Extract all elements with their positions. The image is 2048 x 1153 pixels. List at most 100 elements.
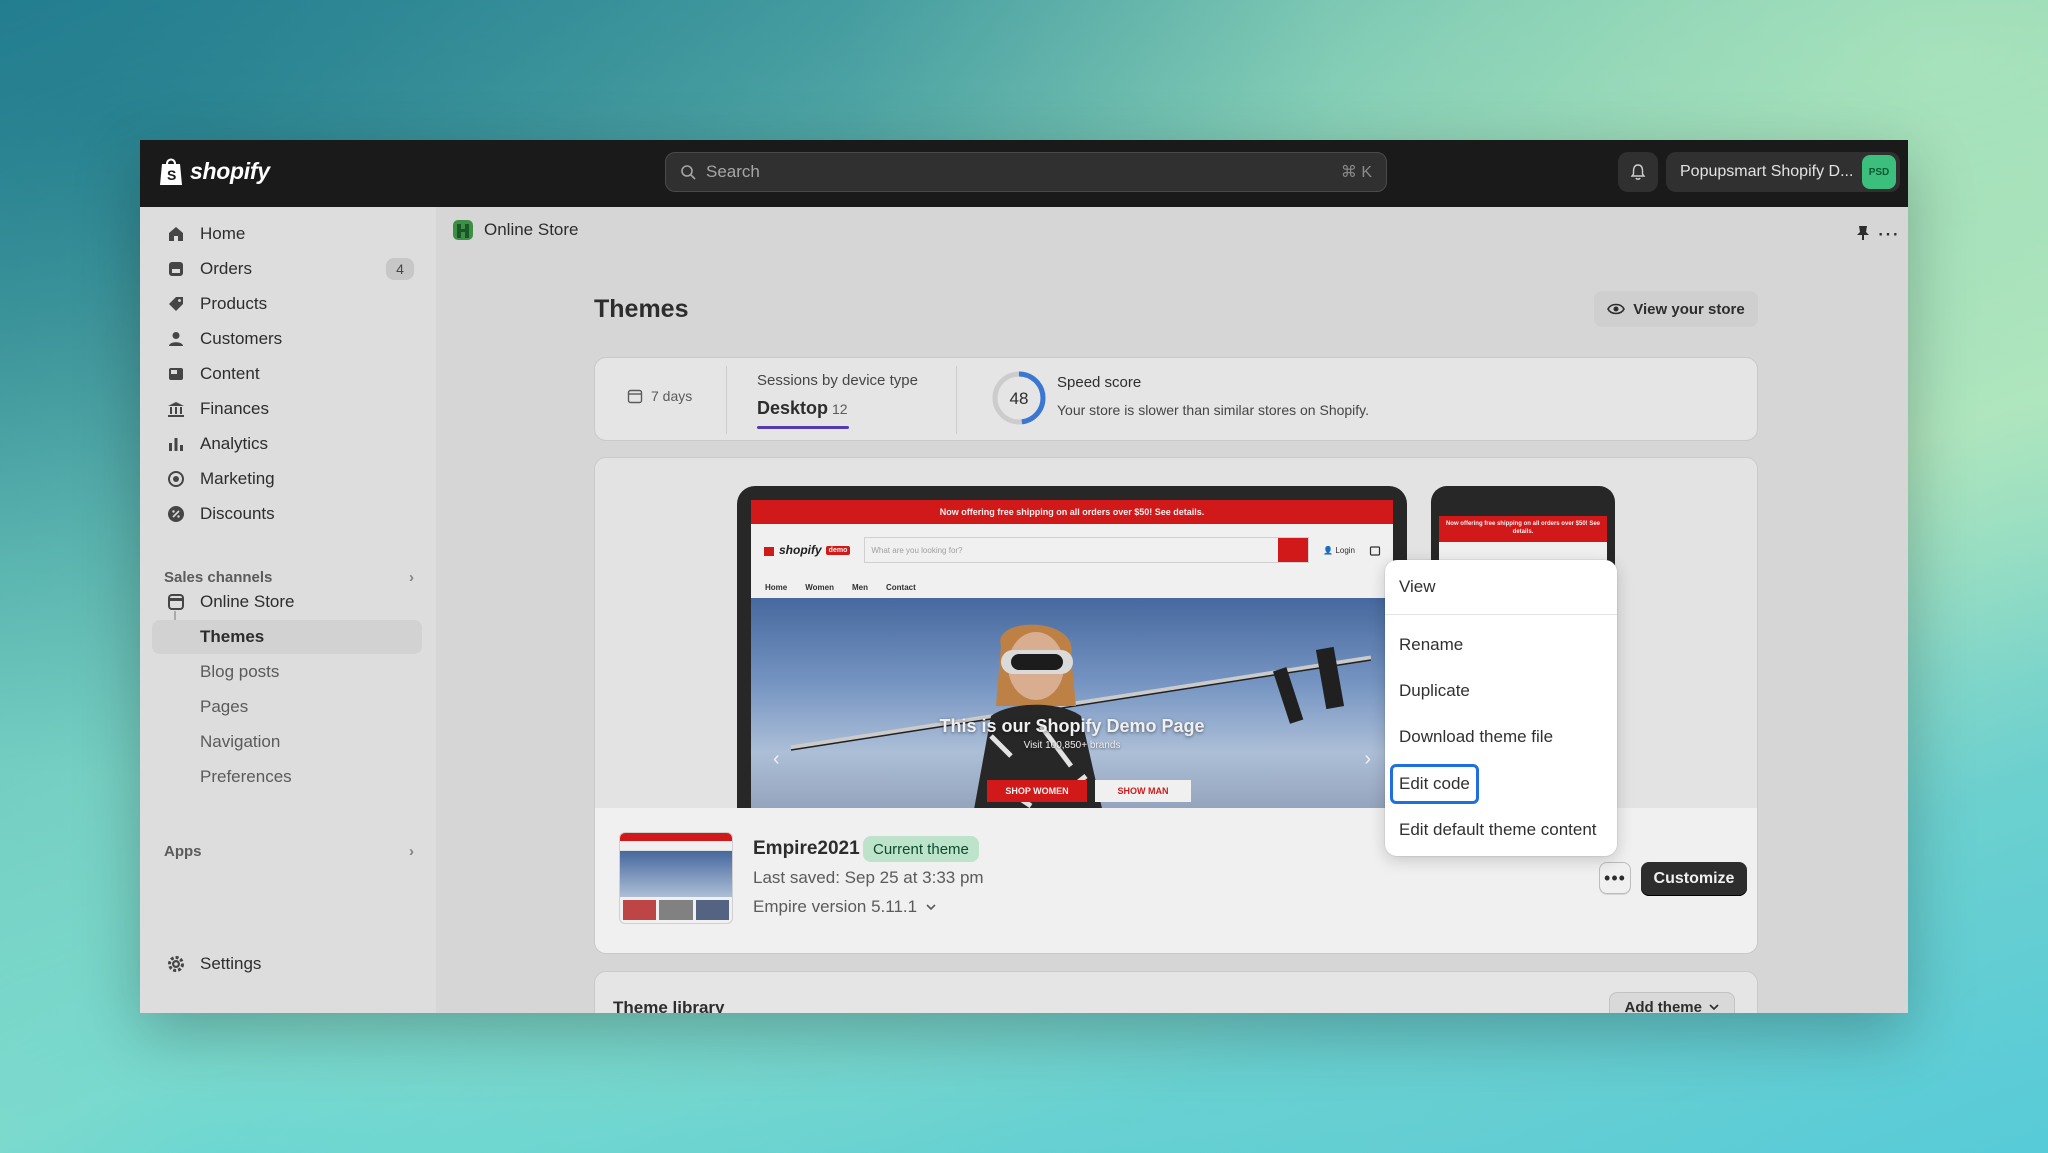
hero-subtitle: Visit 100,850+ brands <box>1023 740 1121 751</box>
speed-score-description: Your store is slower than similar stores… <box>1057 402 1370 418</box>
sidebar-item-label: Marketing <box>200 469 275 488</box>
chevron-right-icon: › <box>1364 748 1371 770</box>
sessions-label: Sessions by device type <box>757 372 918 389</box>
speed-score-label: Speed score <box>1057 374 1142 391</box>
shopify-logo[interactable]: S shopify <box>158 156 270 186</box>
sales-channels-label: Sales channels <box>164 569 273 586</box>
sidebar-item-settings[interactable]: Settings <box>152 947 422 981</box>
shopify-bag-icon: S <box>160 158 182 185</box>
mobile-shipping-banner: Now offering free shipping on all orders… <box>1439 516 1607 542</box>
notifications-button[interactable] <box>1618 152 1658 192</box>
menu-item-download-theme-file[interactable]: Download theme file <box>1393 720 1609 754</box>
admin-window: S shopify Search ⌘ K Popupsmart Shopify … <box>140 140 1908 1013</box>
sidebar-item-label: Products <box>200 294 268 313</box>
sidebar-item-customers[interactable]: Customers <box>152 322 422 356</box>
menu-item-duplicate[interactable]: Duplicate <box>1393 674 1609 708</box>
menu-item-edit-default-theme-content[interactable]: Edit default theme content <box>1393 813 1609 847</box>
sidebar-item-content[interactable]: Content <box>152 357 422 391</box>
theme-version[interactable]: Empire version 5.11.1 <box>753 897 937 917</box>
search-icon <box>681 165 696 180</box>
theme-thumbnail[interactable] <box>619 832 733 924</box>
menu-item-view[interactable]: View <box>1393 570 1609 604</box>
sidebar-item-home[interactable]: Home <box>152 217 422 251</box>
thumb-hero <box>620 851 732 897</box>
orders-icon <box>166 259 186 279</box>
shipping-banner: Now offering free shipping on all orders… <box>751 500 1393 524</box>
main-content: Online Store ⋯ Themes View your store 7 … <box>436 207 1908 1013</box>
sidebar-item-orders[interactable]: Orders 4 <box>152 252 422 286</box>
sidebar-item-marketing[interactable]: Marketing <box>152 462 422 496</box>
sidebar-item-themes[interactable]: Themes <box>152 620 422 654</box>
view-store-label: View your store <box>1633 300 1745 318</box>
shop-man-button: SHOW MAN <box>1095 780 1191 802</box>
date-range-button[interactable]: 7 days <box>627 388 692 404</box>
speed-score-gauge[interactable]: 48 <box>991 370 1047 426</box>
sidebar-item-discounts[interactable]: Discounts <box>152 497 422 531</box>
sidebar-item-pages[interactable]: Pages <box>152 690 422 724</box>
menu-item-rename[interactable]: Rename <box>1393 628 1609 662</box>
hero-title: This is our Shopify Demo Page <box>939 716 1205 736</box>
sidebar-item-label: Home <box>200 224 246 243</box>
customize-button[interactable]: Customize <box>1641 862 1747 896</box>
cart-icon <box>1369 546 1381 556</box>
desktop-screen: Now offering free shipping on all orders… <box>751 500 1393 808</box>
site-nav-item: Men <box>851 582 868 592</box>
tag-icon <box>166 294 186 314</box>
add-theme-label: Add theme <box>1624 998 1702 1014</box>
thumb-banner <box>620 833 732 841</box>
store-switcher[interactable]: Popupsmart Shopify D... PSD <box>1666 152 1900 192</box>
chevron-right-icon: › <box>409 569 414 586</box>
thumb-product <box>695 900 729 920</box>
sidebar-item-label: Orders <box>200 259 252 278</box>
sidebar-item-finances[interactable]: Finances <box>152 392 422 426</box>
date-range-label: 7 days <box>651 388 693 404</box>
site-nav-item: Women <box>805 582 834 592</box>
theme-actions-button[interactable]: ••• <box>1599 862 1631 894</box>
speed-score-value: 48 <box>1010 389 1029 408</box>
menu-item-edit-code[interactable]: Edit code <box>1390 764 1479 804</box>
avatar: PSD <box>1862 155 1896 189</box>
eye-icon <box>1607 303 1626 315</box>
site-header: shopify demo What are you looking for? 👤… <box>751 524 1393 576</box>
sidebar-item-label: Content <box>200 364 260 383</box>
sidebar-item-navigation[interactable]: Navigation <box>152 725 422 759</box>
chevron-left-icon: ‹ <box>773 748 780 770</box>
orders-count-badge: 4 <box>386 258 414 280</box>
bank-icon <box>166 399 186 419</box>
pin-icon[interactable] <box>1856 225 1870 241</box>
add-theme-button[interactable]: Add theme <box>1609 992 1735 1013</box>
page-more-icon[interactable]: ⋯ <box>1877 221 1900 247</box>
sidebar-item-preferences[interactable]: Preferences <box>152 760 422 794</box>
target-icon <box>166 469 186 489</box>
sidebar-item-label: Analytics <box>200 434 269 453</box>
sidebar-item-online-store[interactable]: Online Store <box>152 585 422 619</box>
active-tab-indicator <box>757 426 849 429</box>
last-saved: Last saved: Sep 25 at 3:33 pm <box>753 868 984 887</box>
sidebar-item-analytics[interactable]: Analytics <box>152 427 422 461</box>
sidebar-item-label: Navigation <box>200 732 281 751</box>
site-search-placeholder: What are you looking for? <box>871 545 963 555</box>
search-input[interactable]: Search ⌘ K <box>665 152 1387 192</box>
home-icon <box>166 224 186 244</box>
thumb-products <box>620 897 732 923</box>
svg-text:S: S <box>167 167 176 183</box>
online-store-icon <box>453 220 473 240</box>
sales-channels-header[interactable]: Sales channels › <box>164 569 414 586</box>
sessions-tab-desktop[interactable]: Desktop 12 <box>757 398 848 419</box>
view-store-button[interactable]: View your store <box>1594 291 1758 327</box>
site-search: What are you looking for? <box>864 537 1310 563</box>
sidebar-item-products[interactable]: Products <box>152 287 422 321</box>
sessions-device: Desktop <box>757 398 829 418</box>
sidebar-item-blog-posts[interactable]: Blog posts <box>152 655 422 689</box>
breadcrumb[interactable]: Online Store <box>452 219 579 241</box>
content-icon <box>166 364 186 384</box>
sidebar-item-label: Themes <box>200 627 265 646</box>
thumb-product <box>659 900 693 920</box>
thumb-header <box>620 841 732 851</box>
divider <box>726 366 727 434</box>
shopify-bag-icon <box>764 547 774 556</box>
bell-icon <box>1630 164 1646 180</box>
theme-library-card: Theme library Add theme <box>594 971 1758 1013</box>
apps-header[interactable]: Apps › <box>164 843 414 860</box>
calendar-icon <box>627 389 643 404</box>
